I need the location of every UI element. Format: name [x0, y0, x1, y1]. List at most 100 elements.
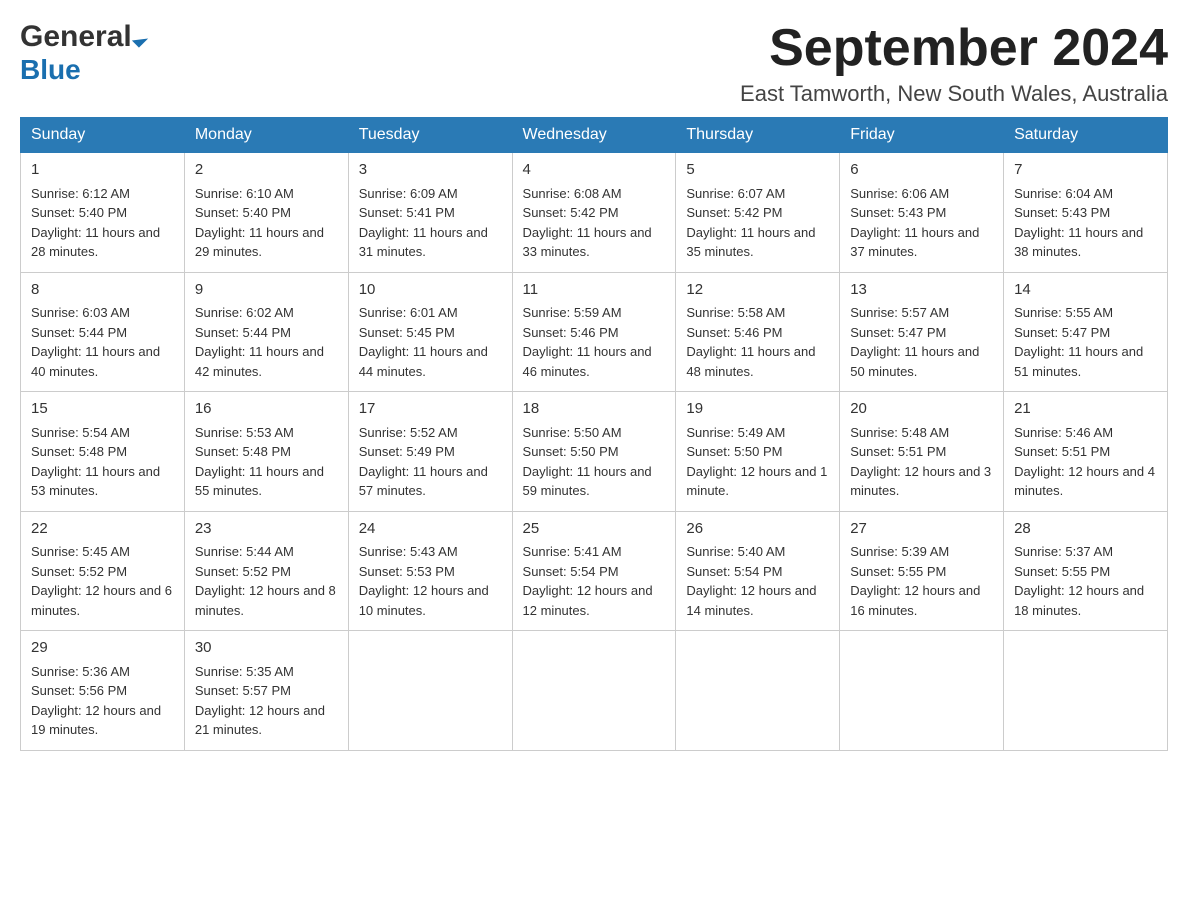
calendar-week-row: 29Sunrise: 5:36 AMSunset: 5:56 PMDayligh… — [21, 631, 1168, 751]
sunset-line: Sunset: 5:40 PM — [31, 205, 127, 220]
calendar-cell: 11Sunrise: 5:59 AMSunset: 5:46 PMDayligh… — [512, 272, 676, 392]
header-friday: Friday — [840, 118, 1004, 153]
daylight-line: Daylight: 11 hours and 44 minutes. — [359, 344, 488, 379]
daylight-line: Daylight: 11 hours and 55 minutes. — [195, 464, 324, 499]
sunset-line: Sunset: 5:44 PM — [31, 325, 127, 340]
header-monday: Monday — [184, 118, 348, 153]
calendar-cell: 18Sunrise: 5:50 AMSunset: 5:50 PMDayligh… — [512, 392, 676, 512]
day-number: 29 — [31, 637, 174, 660]
calendar-cell: 20Sunrise: 5:48 AMSunset: 5:51 PMDayligh… — [840, 392, 1004, 512]
calendar-cell: 25Sunrise: 5:41 AMSunset: 5:54 PMDayligh… — [512, 511, 676, 631]
sunset-line: Sunset: 5:42 PM — [523, 205, 619, 220]
daylight-line: Daylight: 11 hours and 37 minutes. — [850, 225, 979, 260]
sunset-line: Sunset: 5:43 PM — [1014, 205, 1110, 220]
header-sunday: Sunday — [21, 118, 185, 153]
daylight-line: Daylight: 11 hours and 42 minutes. — [195, 344, 324, 379]
sunrise-line: Sunrise: 5:49 AM — [686, 425, 785, 440]
sunrise-line: Sunrise: 6:09 AM — [359, 186, 458, 201]
day-number: 19 — [686, 398, 829, 421]
sunset-line: Sunset: 5:54 PM — [523, 564, 619, 579]
daylight-line: Daylight: 11 hours and 51 minutes. — [1014, 344, 1143, 379]
calendar-cell: 13Sunrise: 5:57 AMSunset: 5:47 PMDayligh… — [840, 272, 1004, 392]
day-number: 10 — [359, 279, 502, 302]
sunrise-line: Sunrise: 5:55 AM — [1014, 305, 1113, 320]
sunrise-line: Sunrise: 5:36 AM — [31, 664, 130, 679]
sunset-line: Sunset: 5:55 PM — [1014, 564, 1110, 579]
sunrise-line: Sunrise: 6:02 AM — [195, 305, 294, 320]
sunset-line: Sunset: 5:57 PM — [195, 683, 291, 698]
calendar-cell: 15Sunrise: 5:54 AMSunset: 5:48 PMDayligh… — [21, 392, 185, 512]
logo: General Blue — [20, 20, 145, 86]
calendar-cell: 7 Sunrise: 6:04 AM Sunset: 5:43 PM Daylight… — [1004, 153, 1168, 273]
daylight-line: Daylight: 11 hours and 40 minutes. — [31, 344, 160, 379]
daylight-line: Daylight: 12 hours and 19 minutes. — [31, 703, 161, 738]
calendar-cell — [1004, 631, 1168, 751]
daylight-line: Daylight: 12 hours and 8 minutes. — [195, 583, 336, 618]
sunrise-line: Sunrise: 5:58 AM — [686, 305, 785, 320]
daylight-line: Daylight: 12 hours and 4 minutes. — [1014, 464, 1155, 499]
daylight-line: Daylight: 11 hours and 33 minutes. — [523, 225, 652, 260]
day-number: 9 — [195, 279, 338, 302]
day-number: 22 — [31, 518, 174, 541]
day-number: 16 — [195, 398, 338, 421]
sunrise-line: Sunrise: 5:53 AM — [195, 425, 294, 440]
daylight-line: Daylight: 11 hours and 31 minutes. — [359, 225, 488, 260]
day-number: 4 — [523, 159, 666, 182]
calendar-cell: 8Sunrise: 6:03 AMSunset: 5:44 PMDaylight… — [21, 272, 185, 392]
sunrise-line: Sunrise: 5:57 AM — [850, 305, 949, 320]
day-number: 30 — [195, 637, 338, 660]
sunrise-line: Sunrise: 6:01 AM — [359, 305, 458, 320]
sunrise-line: Sunrise: 5:41 AM — [523, 544, 622, 559]
sunrise-line: Sunrise: 6:03 AM — [31, 305, 130, 320]
sunrise-line: Sunrise: 6:04 AM — [1014, 186, 1113, 201]
daylight-line: Daylight: 11 hours and 57 minutes. — [359, 464, 488, 499]
daylight-line: Daylight: 11 hours and 46 minutes. — [523, 344, 652, 379]
sunrise-line: Sunrise: 6:06 AM — [850, 186, 949, 201]
calendar-cell: 14Sunrise: 5:55 AMSunset: 5:47 PMDayligh… — [1004, 272, 1168, 392]
sunrise-line: Sunrise: 5:46 AM — [1014, 425, 1113, 440]
sunset-line: Sunset: 5:41 PM — [359, 205, 455, 220]
calendar-cell: 28Sunrise: 5:37 AMSunset: 5:55 PMDayligh… — [1004, 511, 1168, 631]
calendar-cell: 24Sunrise: 5:43 AMSunset: 5:53 PMDayligh… — [348, 511, 512, 631]
header-thursday: Thursday — [676, 118, 840, 153]
calendar-cell: 23 Sunrise: 5:44 AM Sunset: 5:52 PM Dayligh… — [184, 511, 348, 631]
calendar-week-row: 15Sunrise: 5:54 AMSunset: 5:48 PMDayligh… — [21, 392, 1168, 512]
sunset-line: Sunset: 5:46 PM — [686, 325, 782, 340]
day-number: 5 — [686, 159, 829, 182]
calendar-cell: 22Sunrise: 5:45 AMSunset: 5:52 PMDayligh… — [21, 511, 185, 631]
sunrise-line: Sunrise: 5:59 AM — [523, 305, 622, 320]
sunrise-line: Sunrise: 6:07 AM — [686, 186, 785, 201]
sunrise-line: Sunrise: 5:35 AM — [195, 664, 294, 679]
sunrise-line: Sunrise: 6:08 AM — [523, 186, 622, 201]
location-title: East Tamworth, New South Wales, Australi… — [740, 81, 1168, 107]
calendar-cell: 16Sunrise: 5:53 AMSunset: 5:48 PMDayligh… — [184, 392, 348, 512]
day-number: 7 — [1014, 159, 1157, 182]
sunset-line: Sunset: 5:45 PM — [359, 325, 455, 340]
day-number: 18 — [523, 398, 666, 421]
sunrise-line: Sunrise: 5:39 AM — [850, 544, 949, 559]
calendar-cell: 5Sunrise: 6:07 AMSunset: 5:42 PMDaylight… — [676, 153, 840, 273]
day-number: 23 — [195, 518, 338, 541]
daylight-line: Daylight: 11 hours and 48 minutes. — [686, 344, 815, 379]
daylight-line: Daylight: 11 hours and 50 minutes. — [850, 344, 979, 379]
calendar-cell — [348, 631, 512, 751]
calendar-cell: 21Sunrise: 5:46 AMSunset: 5:51 PMDayligh… — [1004, 392, 1168, 512]
calendar-cell: 2Sunrise: 6:10 AMSunset: 5:40 PMDaylight… — [184, 153, 348, 273]
daylight-line: Daylight: 12 hours and 6 minutes. — [31, 583, 172, 618]
sunset-line: Sunset: 5:44 PM — [195, 325, 291, 340]
calendar-cell: 6Sunrise: 6:06 AMSunset: 5:43 PMDaylight… — [840, 153, 1004, 273]
sunset-line: Sunset: 5:50 PM — [686, 444, 782, 459]
sunrise-line: Sunrise: 5:44 AM — [195, 544, 294, 559]
calendar-cell — [840, 631, 1004, 751]
sunrise-line: Sunrise: 5:54 AM — [31, 425, 130, 440]
calendar-cell: 3Sunrise: 6:09 AMSunset: 5:41 PMDaylight… — [348, 153, 512, 273]
sunrise-line: Sunrise: 5:37 AM — [1014, 544, 1113, 559]
sunset-line: Sunset: 5:52 PM — [195, 564, 291, 579]
sunset-line: Sunset: 5:51 PM — [850, 444, 946, 459]
sunset-line: Sunset: 5:47 PM — [850, 325, 946, 340]
sunset-line: Sunset: 5:50 PM — [523, 444, 619, 459]
daylight-line: Daylight: 12 hours and 21 minutes. — [195, 703, 325, 738]
day-number: 26 — [686, 518, 829, 541]
daylight-line: Daylight: 11 hours and 38 minutes. — [1014, 225, 1143, 260]
sunset-line: Sunset: 5:43 PM — [850, 205, 946, 220]
